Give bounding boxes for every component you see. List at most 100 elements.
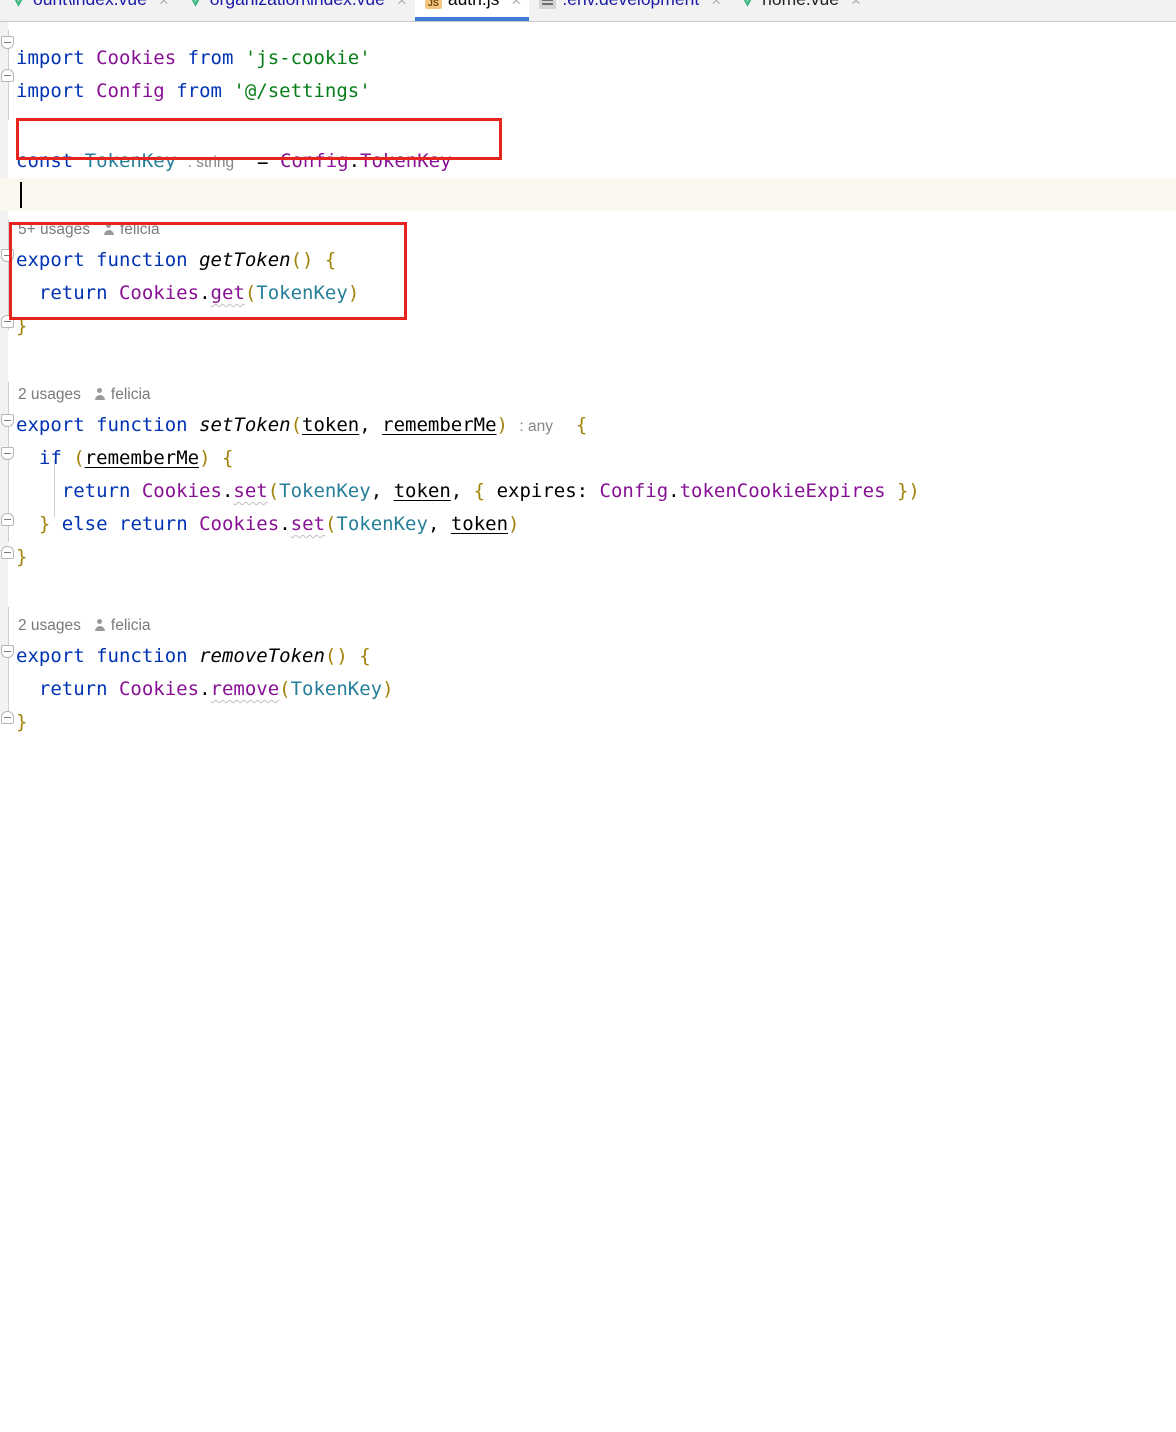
return-type-hint-inlay: : any (519, 418, 554, 435)
code-line-else-return[interactable]: } else return Cookies.set(TokenKey, toke… (16, 508, 520, 541)
usage-hint-settoken[interactable]: 2 usages felicia (18, 381, 151, 407)
code-line-export-removetoken[interactable]: export function removeToken() { (16, 640, 371, 673)
tab-label: ount\index.vue (33, 0, 147, 9)
close-icon[interactable]: × (397, 0, 407, 9)
param-rememberme: rememberMe (382, 414, 497, 436)
file-icon (539, 0, 557, 9)
person-icon (94, 388, 106, 400)
method-get: get (210, 282, 245, 304)
vue-icon (744, 0, 752, 7)
code-line-close-gettoken[interactable]: } (16, 310, 27, 343)
tab-home-vue[interactable]: home.vue × (729, 0, 869, 21)
open-brace: { (359, 645, 371, 667)
keyword-return: return (61, 480, 131, 502)
open-paren: ( (73, 447, 85, 469)
keyword-else: else (61, 513, 108, 535)
param-token: token (302, 414, 360, 436)
keyword-function: function (96, 249, 188, 271)
code-line-export-gettoken[interactable]: export function getToken() { (16, 244, 336, 277)
dot: . (199, 282, 211, 304)
condition-rememberme: rememberMe (84, 447, 200, 469)
code-line-return-cookies-remove[interactable]: return Cookies.remove(TokenKey) (16, 673, 394, 706)
keyword-return: return (119, 513, 188, 535)
author-name: felicia (119, 220, 160, 238)
tab-label: auth.js (448, 0, 500, 9)
open-paren: ( (324, 513, 337, 535)
usage-count[interactable]: 2 usages (18, 378, 81, 411)
usage-count[interactable]: 5+ usages (18, 213, 90, 246)
close-paren: ) (908, 480, 920, 502)
usage-count[interactable]: 2 usages (18, 609, 81, 642)
imported-binding: Config (96, 80, 165, 102)
type-hint-inlay: : string (187, 154, 235, 171)
tab-label: .env.development (562, 0, 699, 9)
open-brace: { (221, 447, 234, 469)
keyword-return: return (38, 282, 108, 304)
keyword-from: from (187, 47, 234, 69)
close-paren: ) (347, 282, 360, 304)
code-line-return-cookies-get[interactable]: return Cookies.get(TokenKey) (16, 277, 359, 310)
close-icon[interactable]: × (851, 0, 861, 9)
code-editor[interactable]: import Cookies from 'js-cookie' import C… (0, 22, 1176, 733)
object-key-expires: expires: (485, 480, 600, 502)
usage-hint-tokenkey[interactable]: 5+ usages felicia (18, 216, 160, 242)
author-annotation[interactable]: felicia (94, 609, 151, 642)
imported-binding: Cookies (96, 47, 177, 69)
keyword-import: import (16, 47, 85, 69)
comma: , (450, 480, 474, 502)
code-line-return-cookies-set-expires[interactable]: return Cookies.set(TokenKey, token, { ex… (16, 475, 920, 508)
parens: () (324, 645, 348, 667)
close-brace: } (16, 315, 28, 337)
editor-tab-bar: ount\index.vue × organization\index.vue … (0, 0, 1176, 22)
source-code[interactable]: import Cookies from 'js-cookie' import C… (0, 22, 1176, 733)
object-cookies: Cookies (118, 678, 200, 700)
comma: , (427, 513, 451, 535)
close-icon[interactable]: × (511, 0, 521, 9)
tab-auth-js[interactable]: JS auth.js × (414, 0, 530, 21)
code-line-export-settoken[interactable]: export function setToken(token, remember… (16, 409, 587, 442)
open-paren: ( (267, 480, 280, 502)
person-icon (94, 619, 106, 631)
keyword-import: import (16, 80, 85, 102)
author-name: felicia (110, 616, 151, 634)
text-caret (20, 182, 22, 208)
js-icon: JS (424, 0, 442, 9)
usage-hint-removetoken[interactable]: 2 usages felicia (18, 612, 151, 638)
function-name-settoken: setToken (199, 414, 291, 436)
tab-index-vue-account[interactable]: ount\index.vue × (0, 0, 177, 21)
close-paren: ) (496, 414, 508, 436)
close-paren: ) (199, 447, 211, 469)
variable-name: TokenKey (84, 150, 177, 172)
object-config: Config (279, 150, 349, 172)
close-icon[interactable]: × (159, 0, 169, 9)
dot: . (221, 480, 234, 502)
tab-env-development[interactable]: .env.development × (529, 0, 729, 21)
property-tokenkey: TokenKey (360, 150, 452, 172)
object-close-brace: } (896, 480, 909, 502)
keyword-return: return (38, 678, 108, 700)
argument-tokenkey: TokenKey (336, 513, 428, 535)
vue-icon (191, 0, 199, 7)
code-line-close-settoken[interactable]: } (16, 541, 27, 574)
argument-tokenkey: TokenKey (279, 480, 371, 502)
property-tokencookieexpires: tokenCookieExpires (679, 480, 886, 502)
keyword-from: from (176, 80, 222, 102)
tab-index-vue-organization[interactable]: organization\index.vue × (177, 0, 415, 21)
code-line-close-removetoken[interactable]: } (16, 706, 27, 739)
argument-token: token (393, 480, 451, 502)
parens: () (290, 249, 314, 271)
close-icon[interactable]: × (711, 0, 721, 9)
tab-label: home.vue (762, 0, 839, 9)
author-annotation[interactable]: felicia (94, 378, 151, 411)
code-line-if-rememberme[interactable]: if (rememberMe) { (16, 442, 234, 475)
keyword-function: function (96, 645, 188, 667)
keyword-function: function (96, 414, 188, 436)
dot: . (279, 513, 291, 535)
code-line-const-tokenkey[interactable]: const TokenKey : string = Config.TokenKe… (16, 145, 452, 178)
author-annotation[interactable]: felicia (103, 213, 160, 246)
module-path: '@/settings' (233, 80, 371, 102)
tab-label: organization\index.vue (210, 0, 385, 9)
code-line-import-cookies[interactable]: import Cookies from 'js-cookie' (16, 42, 371, 75)
object-cookies: Cookies (118, 282, 200, 304)
code-line-import-config[interactable]: import Config from '@/settings' (16, 75, 371, 108)
